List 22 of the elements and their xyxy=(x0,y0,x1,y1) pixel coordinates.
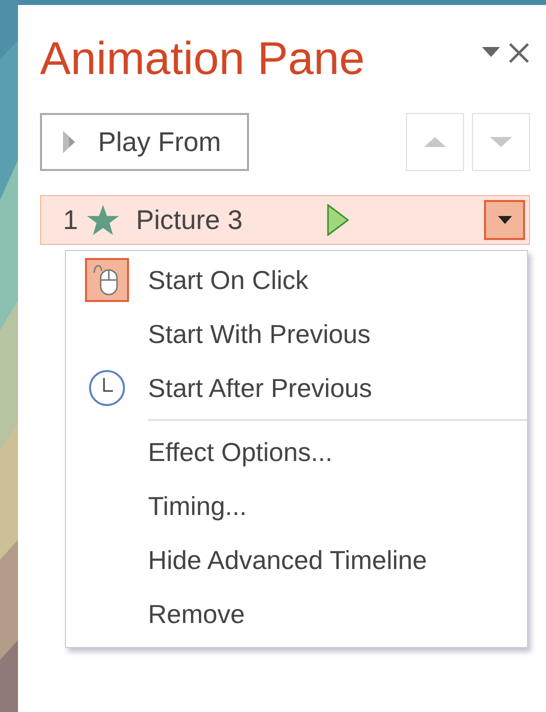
menu-item[interactable]: Start On Click xyxy=(148,260,308,300)
caret-icon xyxy=(498,216,512,224)
down-arrow-icon xyxy=(489,136,513,148)
play-icon xyxy=(62,130,76,154)
close-icon xyxy=(508,42,530,64)
pane-title: Animation Pane xyxy=(40,33,366,84)
menu-item[interactable]: Start With Previous xyxy=(148,314,371,354)
menu-item[interactable]: Start After Previous xyxy=(148,368,372,408)
up-arrow-icon xyxy=(423,136,447,148)
menu-item[interactable]: Remove xyxy=(148,594,245,634)
star-icon xyxy=(86,204,120,236)
item-name: Picture 3 xyxy=(136,204,243,237)
menu-item[interactable]: Hide Advanced Timeline xyxy=(148,540,427,580)
menu-item[interactable]: Timing... xyxy=(148,486,247,526)
item-number: 1 xyxy=(63,204,78,237)
play-icon xyxy=(326,204,349,236)
caret-icon xyxy=(482,47,500,58)
close-button[interactable] xyxy=(508,41,530,65)
item-dropdown-button[interactable] xyxy=(484,200,525,240)
play-from-button[interactable]: Play From xyxy=(40,113,249,171)
animation-item[interactable]: 1 Picture 3 xyxy=(40,195,530,245)
menu-item[interactable]: Effect Options... xyxy=(148,432,333,472)
